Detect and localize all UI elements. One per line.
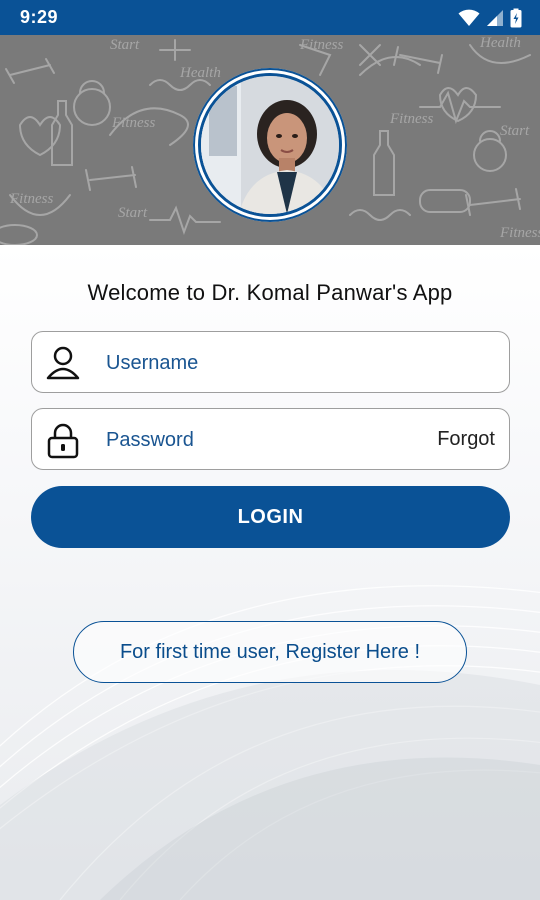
- register-button[interactable]: For first time user, Register Here !: [73, 621, 467, 683]
- svg-text:Health: Health: [479, 35, 521, 51]
- welcome-heading: Welcome to Dr. Komal Panwar's App: [87, 280, 453, 305]
- signal-icon: [486, 9, 504, 27]
- header-banner: Start Fitness Health Health Fitness Fitn…: [0, 35, 540, 245]
- forgot-password-link[interactable]: Forgot: [437, 428, 495, 451]
- svg-text:Fitness: Fitness: [499, 225, 540, 241]
- svg-text:Start: Start: [110, 37, 140, 53]
- username-field[interactable]: [31, 331, 510, 393]
- svg-text:Start: Start: [500, 123, 530, 139]
- login-button[interactable]: LOGIN: [31, 486, 510, 548]
- profile-avatar: [193, 68, 347, 222]
- user-icon: [44, 344, 82, 382]
- password-input[interactable]: [106, 423, 386, 457]
- password-field[interactable]: Forgot: [31, 408, 510, 470]
- svg-text:Fitness: Fitness: [111, 115, 155, 131]
- status-icons: [458, 8, 522, 28]
- battery-icon: [510, 8, 522, 28]
- svg-text:Health: Health: [179, 65, 221, 81]
- status-time: 9:29: [20, 7, 59, 27]
- lock-icon: [44, 421, 82, 459]
- svg-text:Fitness: Fitness: [9, 191, 53, 207]
- doctor-photo: [198, 73, 342, 217]
- wifi-icon: [458, 9, 480, 27]
- login-panel: Welcome to Dr. Komal Panwar's App Forgot…: [0, 245, 540, 900]
- username-input[interactable]: [106, 346, 426, 380]
- svg-text:Fitness: Fitness: [389, 111, 433, 127]
- svg-text:Start: Start: [118, 205, 148, 221]
- svg-text:Fitness: Fitness: [299, 37, 343, 53]
- status-bar: 9:29: [0, 0, 540, 35]
